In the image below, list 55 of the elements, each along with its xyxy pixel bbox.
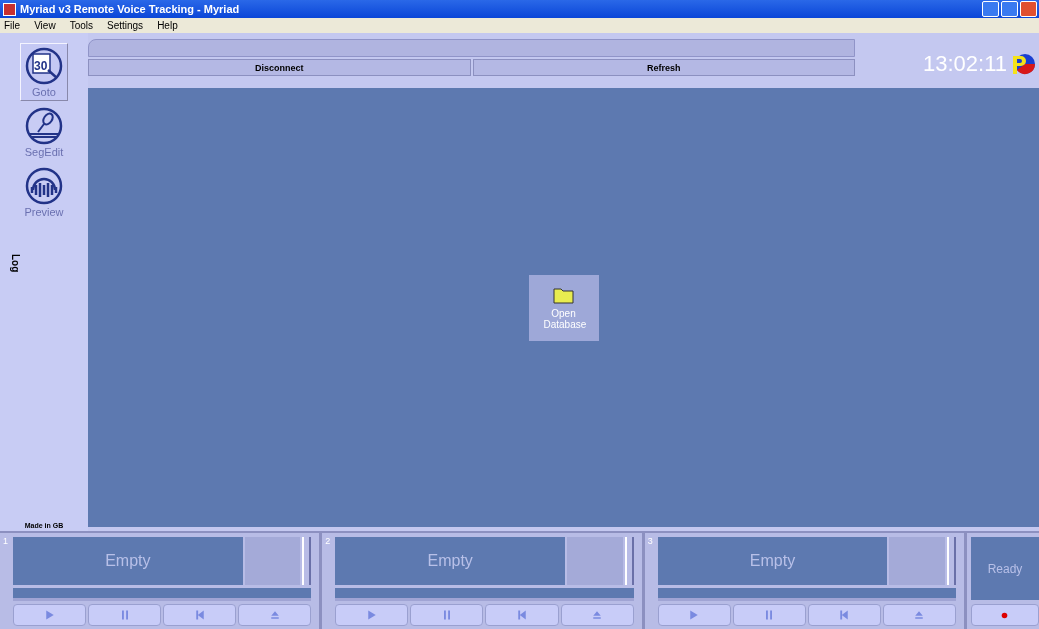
menu-item[interactable]: Tools: [69, 20, 93, 31]
tool-button[interactable]: 30 Goto: [20, 43, 68, 101]
tool-label: Preview: [24, 206, 64, 218]
clock: 13:02:11: [923, 50, 1007, 77]
minimize-button[interactable]: [982, 1, 999, 17]
menu-item[interactable]: Help: [157, 20, 178, 31]
calendar-icon: 30: [24, 46, 64, 86]
pause-button[interactable]: [88, 604, 162, 626]
play-button[interactable]: [335, 604, 409, 626]
eject-icon: [268, 609, 281, 621]
skip-back-button[interactable]: [163, 604, 237, 626]
eject-button[interactable]: [560, 604, 634, 626]
player-number: 1: [3, 536, 8, 546]
menu-item[interactable]: View: [34, 20, 56, 31]
microphone-icon: [24, 106, 64, 146]
window-title: Myriad v3 Remote Voice Tracking - Myriad: [20, 3, 241, 15]
status-display: Ready: [971, 537, 1039, 600]
record-button[interactable]: [971, 604, 1039, 626]
eject-icon: [591, 609, 604, 621]
skip-back-button[interactable]: [807, 604, 881, 626]
maximize-button[interactable]: [1001, 1, 1018, 17]
play-button[interactable]: [657, 604, 731, 626]
pause-button[interactable]: [410, 604, 484, 626]
player-number: 2: [325, 536, 331, 546]
skip-back-icon: [838, 609, 851, 621]
player-display: Empty: [657, 537, 888, 585]
app-icon: [3, 2, 16, 16]
play-icon: [365, 609, 378, 621]
level-meter: [624, 537, 634, 585]
logo-icon: [1011, 51, 1035, 76]
play-button[interactable]: [13, 604, 87, 626]
tool-label: SegEdit: [24, 146, 64, 158]
menu-item[interactable]: File: [4, 20, 21, 31]
level-meter: [302, 537, 312, 585]
toolbar-button[interactable]: Refresh: [472, 59, 855, 76]
player-display: Empty: [13, 537, 243, 585]
player-cue-area: [244, 537, 301, 585]
skip-back-icon: [193, 609, 206, 621]
player-number: 3: [647, 536, 653, 546]
pause-button[interactable]: [732, 604, 806, 626]
toolbar-button[interactable]: Disconnect: [88, 59, 471, 76]
close-button[interactable]: [1020, 1, 1037, 17]
level-meter: [947, 537, 956, 585]
folder-icon: [552, 285, 575, 304]
eject-icon: [913, 609, 926, 621]
tool-label: Goto: [32, 86, 56, 98]
skip-back-button[interactable]: [485, 604, 559, 626]
eject-button[interactable]: [238, 604, 312, 626]
play-icon: [43, 609, 56, 621]
headphones-icon: [24, 166, 64, 206]
record-icon: [1001, 611, 1009, 619]
skip-back-icon: [516, 609, 528, 621]
eject-button[interactable]: [882, 604, 956, 626]
player-display: Empty: [335, 537, 566, 585]
menu-item[interactable]: Settings: [107, 20, 144, 31]
